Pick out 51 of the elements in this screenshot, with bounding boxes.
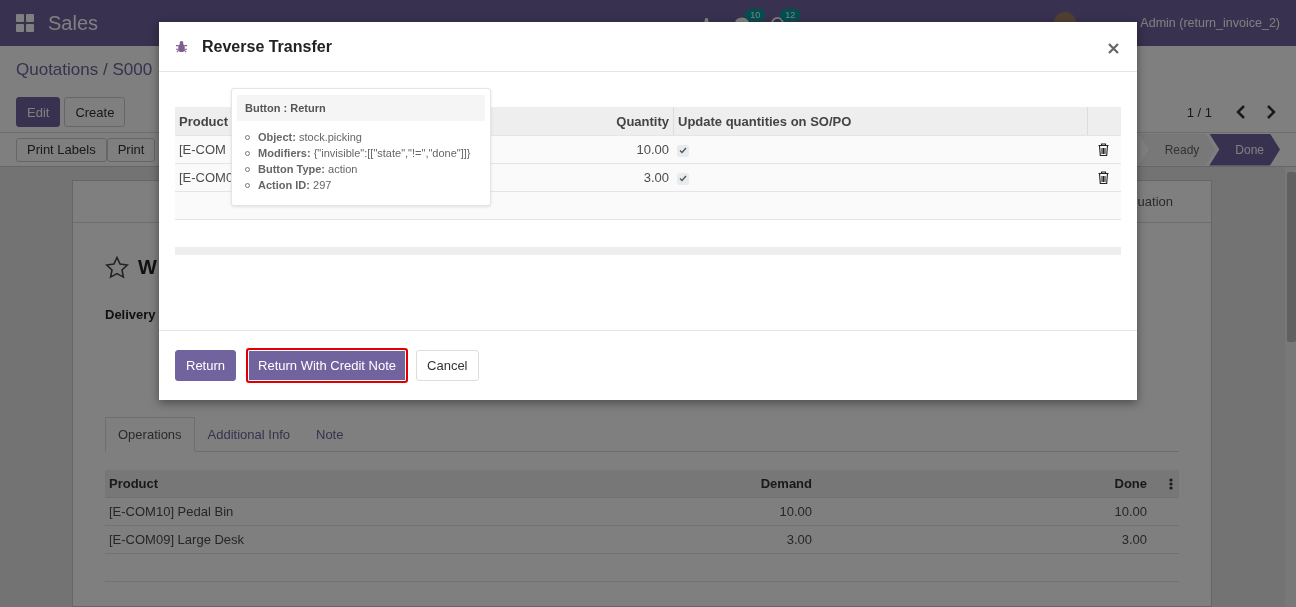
table-cell-text: [E-COM10] Pedal Bin (108, 504, 235, 519)
star-icon[interactable] (105, 255, 129, 279)
chevron-right-icon[interactable] (1266, 105, 1276, 119)
table-cell-text: [E-COM09] Large Desk (108, 532, 246, 547)
checkbox[interactable] (677, 144, 689, 157)
kebab-icon[interactable] (1169, 477, 1173, 490)
table-cell-text: [E-COM (178, 142, 227, 157)
table-cell-text: 3.00 (785, 532, 813, 547)
trash-icon[interactable] (1097, 171, 1109, 184)
column-header[interactable]: Demand (537, 476, 816, 491)
apps-icon[interactable] (16, 14, 34, 32)
scrollbar-thumb[interactable] (1287, 172, 1296, 342)
user-name[interactable]: Admin (return_invoice_2) (1140, 16, 1280, 30)
field-label: Delivery (105, 307, 156, 322)
bug-icon[interactable] (175, 40, 188, 53)
table-cell-text: 10.00 (1113, 504, 1148, 519)
table-cell-text: 3.00 (1120, 532, 1148, 547)
table-cell-text: 3.00 (642, 170, 670, 185)
smart-button[interactable]: uation (1137, 194, 1173, 209)
dialog-button[interactable]: Return With Credit Note (246, 348, 409, 383)
action-button[interactable]: Create (64, 97, 126, 127)
tooltip-line: Button Type: action (258, 163, 358, 175)
trash-icon[interactable] (1097, 143, 1109, 156)
tooltip-line: Modifiers: {"invisible":[["state","!=","done"]]} (258, 147, 471, 159)
count-badge: 10 (745, 8, 766, 21)
tooltip-line: Action ID: 297 (258, 179, 332, 191)
count-badge: 12 (780, 8, 801, 21)
form-tab[interactable]: Operations (105, 417, 195, 452)
form-tab[interactable]: Note (303, 417, 357, 452)
print-button[interactable]: Print Labels (16, 137, 107, 162)
column-header[interactable]: Update quantities on SO/PO (673, 107, 1087, 135)
column-header[interactable]: Quantity (499, 107, 673, 135)
tooltip-line: Object: stock.picking (258, 131, 362, 143)
stage-step[interactable]: Done (1209, 133, 1280, 166)
stage-step[interactable]: Ready (1138, 133, 1216, 166)
chevron-left-icon[interactable] (1236, 105, 1246, 119)
form-tab[interactable]: Additional Info (194, 417, 303, 452)
pager-text: 1 / 1 (1186, 104, 1212, 120)
column-header[interactable]: Done (839, 476, 1151, 491)
app-name: Sales (48, 11, 99, 35)
table-cell-text: 10.00 (778, 504, 813, 519)
dialog-button[interactable]: Cancel (416, 350, 479, 381)
dialog-title: Reverse Transfer (202, 37, 333, 56)
action-button[interactable]: Edit (16, 97, 61, 127)
column-header[interactable]: Product (105, 476, 537, 491)
tooltip-title: Button : Return (237, 95, 485, 121)
checkbox[interactable] (677, 172, 689, 185)
record-title: W (138, 255, 157, 279)
table-cell-text: 10.00 (635, 142, 670, 157)
print-button[interactable]: Print (106, 137, 156, 162)
dialog-button[interactable]: Return (175, 350, 237, 381)
